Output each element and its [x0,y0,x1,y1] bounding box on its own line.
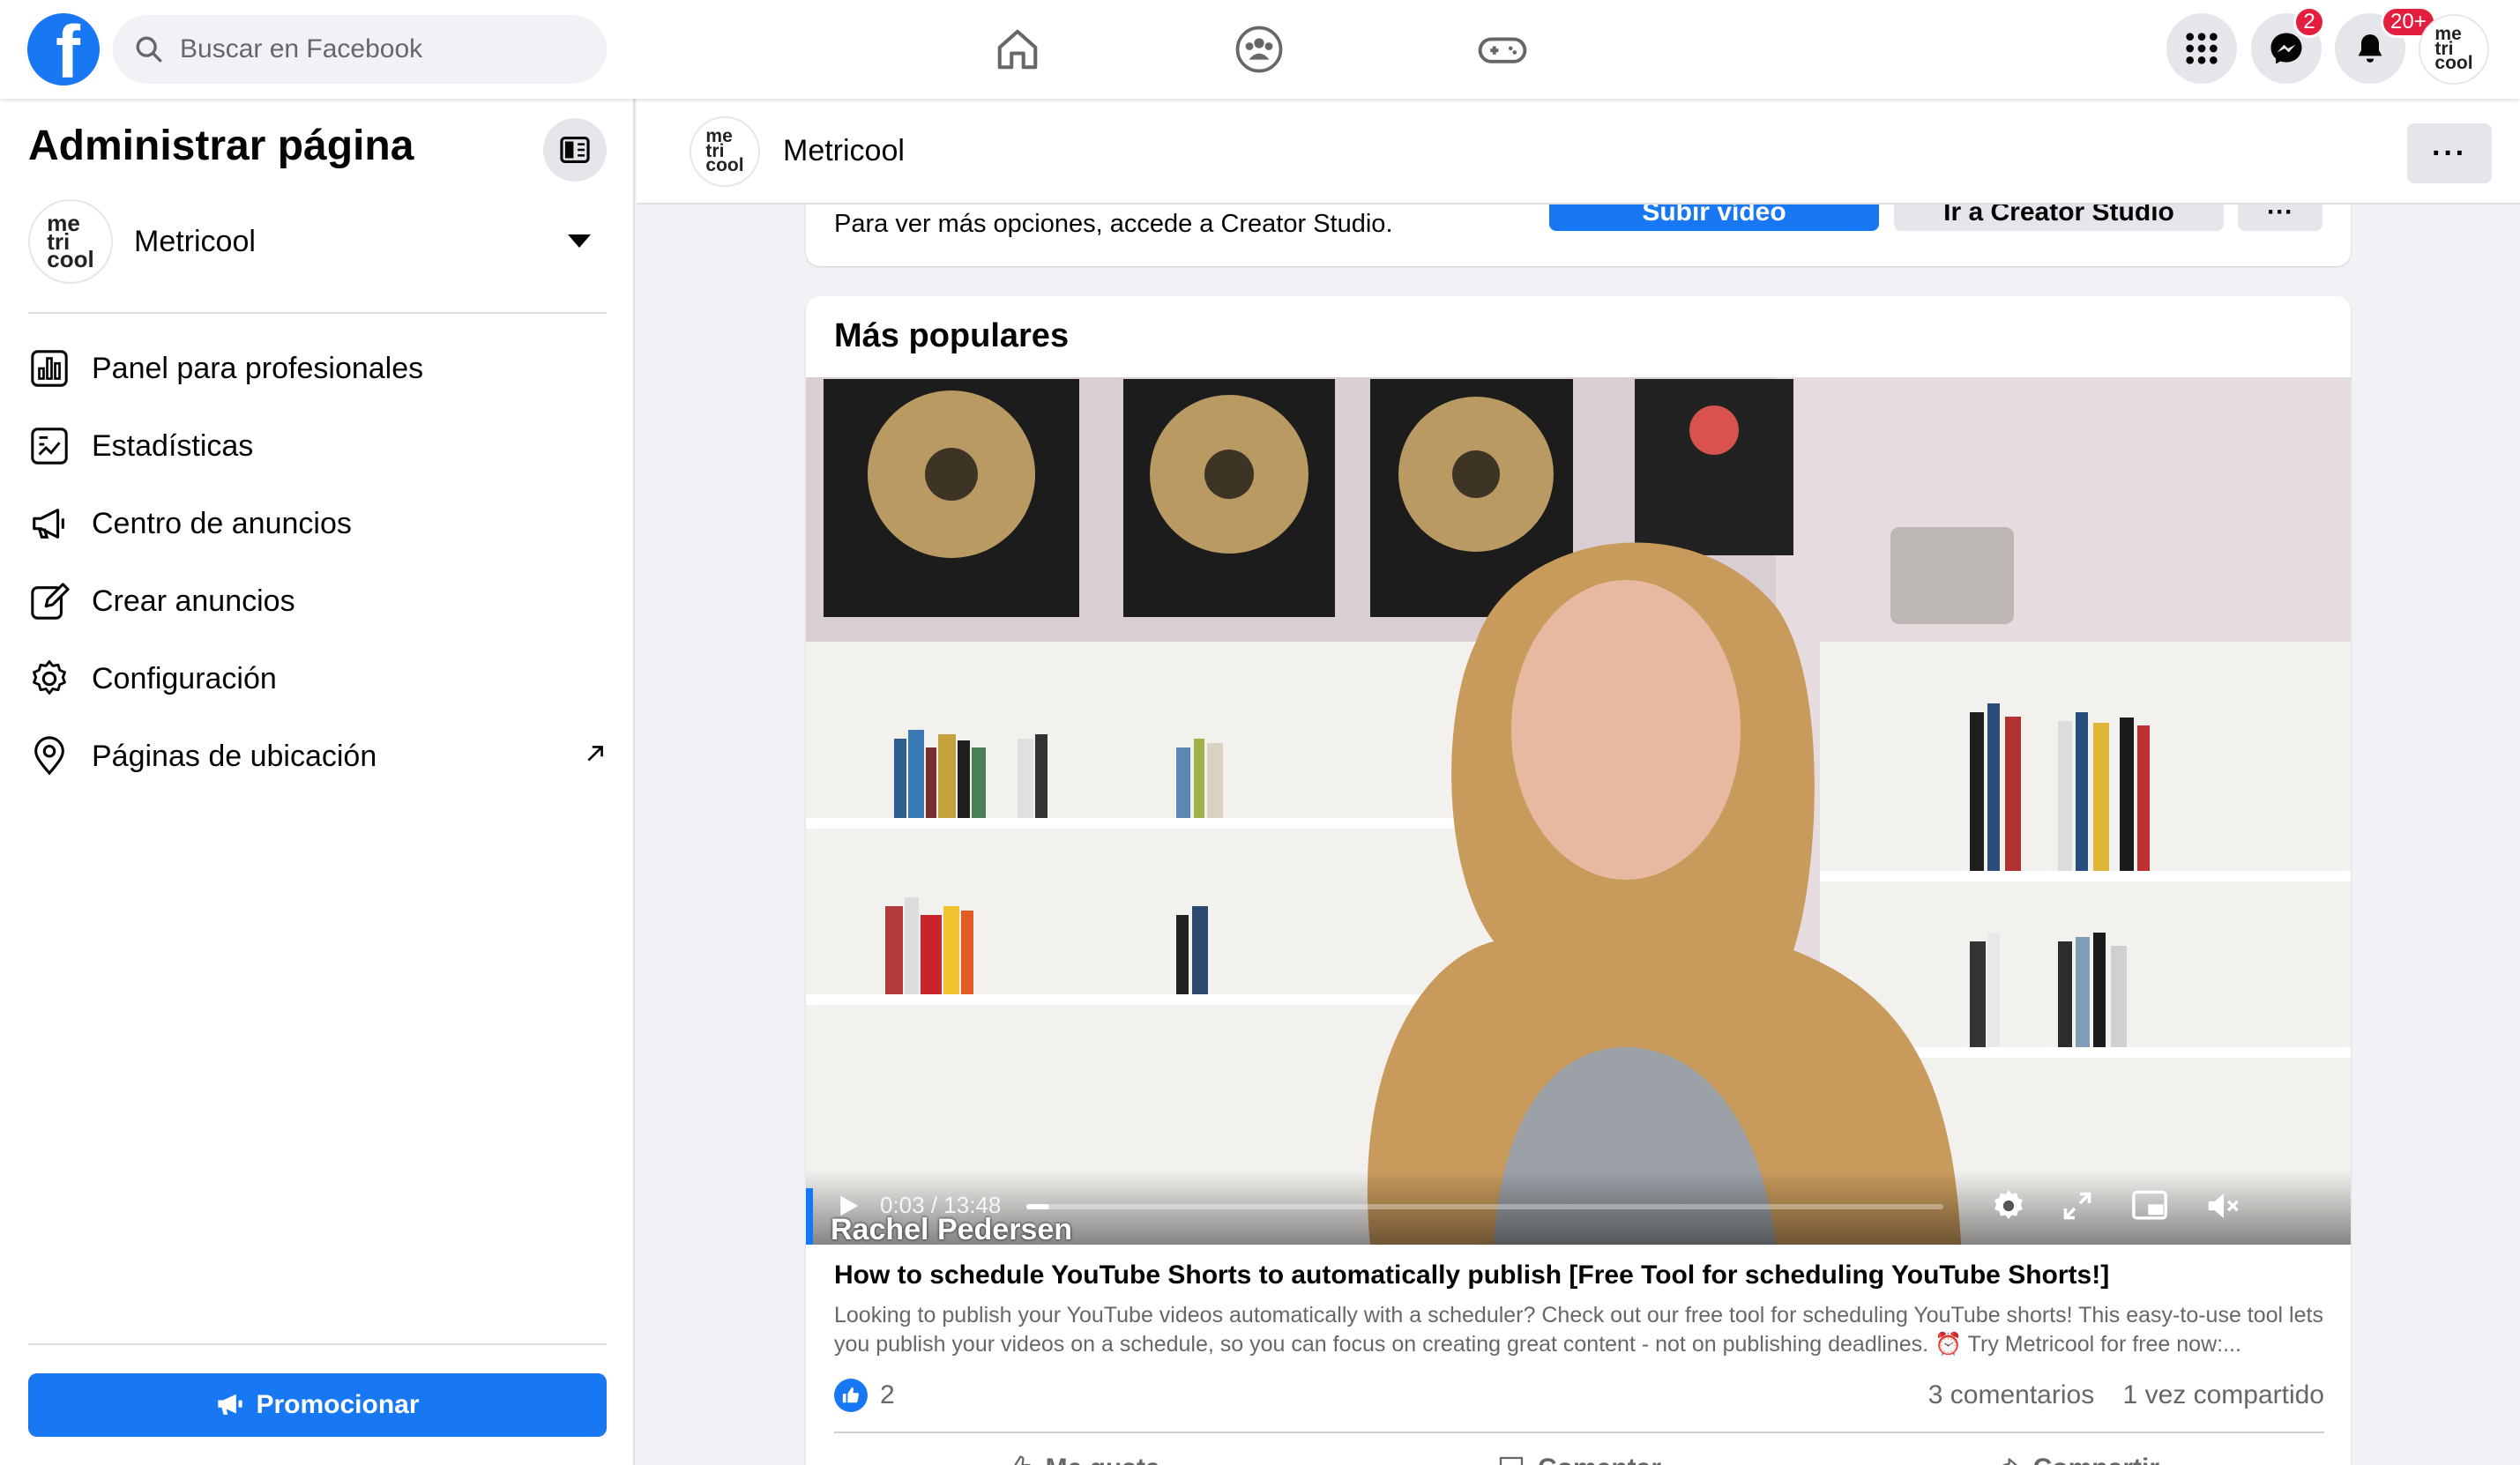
video-player[interactable]: 0:03 / 13:48 Rachel Pedersen [806,377,2351,1245]
sidebar-divider [28,312,607,314]
picture-in-picture-icon [2132,1190,2167,1220]
sidebar-toggle-icon [560,136,590,164]
comment-button[interactable]: Comentar [1331,1442,1827,1465]
sidebar-item-create-ads[interactable]: Crear anuncios [28,562,607,640]
home-icon [997,29,1038,70]
collapse-sidebar-button[interactable] [543,118,607,182]
most-popular-card: Más populares 0:03 / 13:48 Rachel Peders… [806,296,2351,1465]
fullscreen-icon [2063,1192,2091,1220]
like-button[interactable]: Me gusta [834,1442,1331,1465]
gear-icon [28,658,71,700]
likes-count[interactable]: 2 [880,1380,895,1410]
messenger-badge: 2 [2293,6,2325,38]
sidebar-item-label: Estadísticas [92,428,254,463]
picture-in-picture-button[interactable] [2129,1185,2171,1227]
mute-button[interactable] [2203,1185,2245,1227]
page-header-name[interactable]: Metricool [783,134,905,168]
nav-gaming[interactable] [1463,19,1542,79]
nav-groups[interactable] [1219,19,1299,79]
megaphone-icon [218,1394,243,1415]
gaming-controller-icon [1478,37,1527,63]
video-title[interactable]: How to schedule YouTube Shorts to automa… [834,1260,2333,1290]
facebook-logo[interactable]: f [27,13,100,86]
volume-muted-icon [2208,1194,2239,1218]
fullscreen-button[interactable] [2056,1185,2099,1227]
messenger-icon [2270,33,2302,64]
grid-menu-icon [2186,33,2218,64]
edit-icon [28,580,71,622]
video-progress-bar[interactable] [1026,1204,1943,1209]
video-frame [806,377,2351,1245]
comment-icon [1499,1456,1524,1465]
promote-button[interactable]: Promocionar [28,1373,607,1437]
sidebar-item-ad-center[interactable]: Centro de anuncios [28,485,607,562]
top-navigation-bar: f 2 20+ me tri cool [0,0,2520,99]
engagement-stats: 2 3 comentarios 1 vez compartido [834,1373,2324,1417]
groups-icon [1235,26,1283,73]
video-active-indicator [806,1188,813,1245]
nav-home[interactable] [978,19,1057,79]
sidebar-item-label: Páginas de ubicación [92,739,377,773]
notifications-button[interactable]: 20+ [2335,6,2436,84]
sidebar-item-professional-dashboard[interactable]: Panel para profesionales [28,330,607,407]
sidebar-item-location-pages[interactable]: Páginas de ubicación [28,718,607,795]
page-more-options-button[interactable]: ··· [2407,123,2492,183]
account-avatar[interactable]: me tri cool [2419,14,2489,85]
dashboard-icon [28,347,71,390]
search-icon [136,36,162,63]
video-settings-button[interactable] [1987,1185,2030,1227]
sidebar-item-insights[interactable]: Estadísticas [28,407,607,485]
sidebar-item-settings[interactable]: Configuración [28,640,607,718]
sidebar-item-label: Configuración [92,661,277,695]
sidebar-title: Administrar página [28,123,414,169]
menu-button[interactable] [2166,13,2237,84]
share-icon [2002,1458,2017,1465]
location-pin-icon [28,735,71,777]
share-button[interactable]: Compartir [1828,1442,2324,1465]
page-header: me tri cool Metricool ··· [637,99,2520,205]
page-name: Metricool [134,224,256,258]
sidebar-item-label: Centro de anuncios [92,506,352,540]
sidebar-item-label: Crear anuncios [92,584,295,618]
insights-icon [28,425,71,467]
most-popular-title: Más populares [834,317,1070,354]
external-link-icon [587,746,603,762]
video-progress-fill [1026,1204,1049,1209]
like-reaction-icon [834,1379,868,1412]
page-switcher[interactable]: me tri cool Metricool [28,197,607,286]
search-input[interactable] [180,34,568,64]
post-actions: Me gusta Comentar Compartir [834,1442,2324,1465]
video-caption: Rachel Pedersen [831,1213,1073,1245]
creator-studio-hint: Para ver más opciones, accede a Creator … [834,210,1393,238]
video-description: Looking to publish your YouTube videos a… [834,1303,2323,1357]
shares-count[interactable]: 1 vez compartido [2123,1380,2324,1409]
manage-page-sidebar: Administrar página me tri cool Metricool… [0,99,635,1465]
sidebar-item-label: Panel para profesionales [92,351,424,385]
megaphone-icon [28,502,71,545]
search-bar[interactable] [113,15,607,84]
messenger-button[interactable]: 2 [2251,6,2325,84]
sidebar-menu: Panel para profesionales Estadísticas Ce… [28,330,607,795]
caret-down-icon [568,234,591,248]
actions-divider [834,1432,2324,1433]
comments-count[interactable]: 3 comentarios [1928,1380,2094,1409]
bell-icon [2358,34,2382,63]
page-avatar: me tri cool [28,199,113,284]
page-header-avatar[interactable]: me tri cool [690,116,760,187]
sidebar-divider [28,1343,607,1345]
thumbs-up-icon [1013,1455,1031,1465]
gear-icon [1994,1190,2023,1220]
